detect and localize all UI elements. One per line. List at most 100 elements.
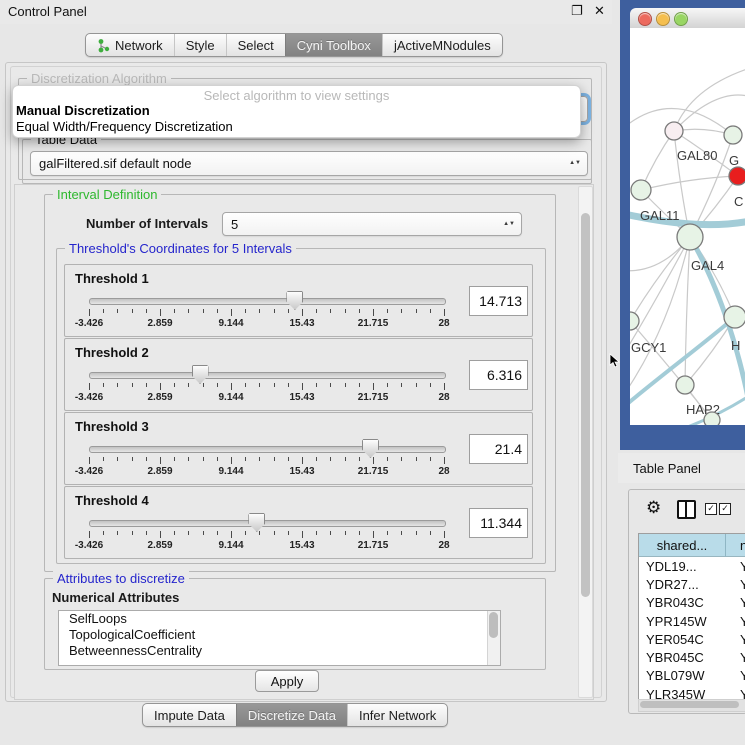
menu-item-equal-width-frequency[interactable]: Equal Width/Frequency Discretization — [16, 119, 572, 134]
slider-tick — [288, 531, 289, 535]
tab-jactivemnodules[interactable]: jActiveMNodules — [382, 34, 502, 56]
columns-icon[interactable] — [677, 500, 696, 519]
slider-track[interactable] — [89, 446, 446, 453]
slider-track[interactable] — [89, 298, 446, 305]
threshold-value-field[interactable]: 21.4 — [469, 434, 528, 464]
node-gcy1[interactable] — [630, 312, 639, 330]
list-scrollbar-thumb[interactable] — [489, 612, 498, 638]
column-header-name[interactable]: na — [726, 534, 745, 557]
slider-tick — [302, 383, 303, 390]
slider-tick — [259, 457, 260, 461]
slider-track[interactable] — [89, 372, 446, 379]
minimize-light-icon[interactable] — [656, 12, 670, 26]
tick-label: -3.426 — [59, 540, 119, 551]
slider-tick — [231, 309, 232, 316]
slider-tick — [245, 383, 246, 387]
threshold-value-field[interactable]: 11.344 — [469, 508, 528, 538]
slider-thumb[interactable] — [248, 513, 265, 532]
slider-tick — [217, 309, 218, 313]
threshold-value-field[interactable]: 14.713 — [469, 286, 528, 316]
tick-label: 21.715 — [343, 466, 403, 477]
table-row[interactable]: YBR043CYBR0 — [639, 594, 745, 612]
table-row[interactable]: YDR27...YDR2 — [639, 575, 745, 593]
list-scrollbar[interactable] — [487, 611, 500, 665]
node-h[interactable] — [724, 306, 745, 328]
slider-tick — [188, 309, 189, 313]
node-partial[interactable] — [704, 412, 720, 425]
tab-style[interactable]: Style — [174, 34, 226, 56]
slider-thumb[interactable] — [192, 365, 209, 384]
tab-select[interactable]: Select — [226, 34, 285, 56]
combo-arrows-icon: ▲▼ — [569, 161, 587, 166]
checkbox-icon[interactable]: ✓ — [719, 503, 731, 515]
slider-tick — [401, 457, 402, 461]
node-gal4[interactable] — [677, 224, 703, 250]
cell-shared-name: YBR045C — [639, 650, 732, 665]
edge[interactable] — [685, 237, 690, 385]
list-item[interactable]: TopologicalCoefficient — [59, 627, 500, 643]
edge[interactable] — [641, 176, 738, 190]
slider-tick — [231, 531, 232, 538]
list-item[interactable]: BetweennessCentrality — [59, 643, 500, 659]
network-window-titlebar[interactable] — [630, 8, 745, 29]
edge-highlighted[interactable] — [630, 317, 735, 410]
tick-label: 28 — [414, 540, 474, 551]
vertical-scrollbar[interactable] — [578, 186, 593, 698]
gear-icon[interactable]: ⚙ — [646, 498, 661, 518]
tab-network[interactable]: Network — [86, 34, 174, 56]
tab-impute-data[interactable]: Impute Data — [143, 704, 236, 726]
cell-shared-name: YER054C — [639, 632, 732, 647]
tab-cyni-toolbox[interactable]: Cyni Toolbox — [285, 34, 382, 56]
node-hap2[interactable] — [676, 376, 694, 394]
tab-discretize-data[interactable]: Discretize Data — [236, 704, 347, 726]
slider-tick — [160, 457, 161, 464]
tick-label: 9.144 — [201, 318, 261, 329]
slider-thumb[interactable] — [286, 291, 303, 310]
slider-tick — [401, 309, 402, 313]
table-row[interactable]: YDL19...YDL1 — [639, 557, 745, 575]
numerical-attributes-list[interactable]: SelfLoopsTopologicalCoefficientBetweenne… — [58, 610, 501, 666]
table-row[interactable]: YER054CYER0 — [639, 630, 745, 648]
close-icon[interactable]: ✕ — [594, 3, 605, 19]
table-row[interactable]: YBR045CYBR0 — [639, 649, 745, 667]
list-item[interactable]: SelfLoops — [59, 611, 500, 627]
table-data-combobox[interactable]: galFiltered.sif default node ▲▼ — [30, 151, 588, 176]
threshold-value-field[interactable]: 6.316 — [469, 360, 528, 390]
table-row[interactable]: YBL079WYBL0 — [639, 667, 745, 685]
menu-item-manual-discretization[interactable]: Manual Discretization — [16, 103, 572, 118]
slider-tick — [401, 383, 402, 387]
table-row[interactable]: YPR145WYPR1 — [639, 612, 745, 630]
network-canvas[interactable]: GAL80GCGAL11GAL4HGCY1HAP2 — [630, 28, 745, 425]
slider-track[interactable] — [89, 520, 446, 527]
discretization-algorithm-group-label: Discretization Algorithm — [27, 71, 171, 86]
column-header-shared-name[interactable]: shared... — [639, 534, 726, 557]
table-hscroll-thumb[interactable] — [640, 701, 739, 708]
node-gal80[interactable] — [665, 122, 683, 140]
slider-tick — [217, 383, 218, 387]
node-gal11[interactable] — [631, 180, 651, 200]
slider-thumb[interactable] — [362, 439, 379, 458]
tab-label: Infer Network — [359, 708, 436, 723]
zoom-light-icon[interactable] — [674, 12, 688, 26]
slider-tick — [160, 383, 161, 390]
slider-tick — [174, 457, 175, 461]
checkbox-icon[interactable]: ✓ — [705, 503, 717, 515]
cell-name: YDR2 — [732, 577, 745, 592]
edge[interactable] — [674, 68, 745, 131]
node-c[interactable] — [729, 167, 745, 185]
number-of-intervals-combobox[interactable]: 5 ▲▼ — [222, 212, 522, 236]
slider-tick — [416, 309, 417, 313]
tick-label: 9.144 — [201, 540, 261, 551]
apply-button[interactable]: Apply — [255, 670, 319, 692]
tab-label: Network — [115, 38, 163, 53]
scrollbar-thumb[interactable] — [581, 213, 590, 597]
node-g[interactable] — [724, 126, 742, 144]
close-light-icon[interactable] — [638, 12, 652, 26]
slider-tick — [330, 309, 331, 313]
slider-tick — [345, 531, 346, 535]
edge[interactable] — [630, 237, 690, 321]
table-horizontal-scrollbar[interactable] — [638, 699, 745, 712]
float-window-icon[interactable]: ❐ — [571, 3, 583, 19]
tick-label: 28 — [414, 466, 474, 477]
tab-infer-network[interactable]: Infer Network — [347, 704, 447, 726]
